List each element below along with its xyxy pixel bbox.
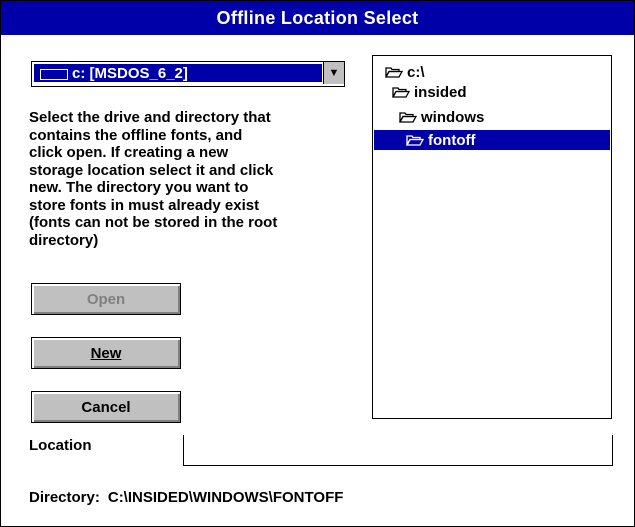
tree-item-label: c:\ <box>407 63 425 81</box>
directory-tree[interactable]: c:\ insided windows fontoff <box>372 55 612 419</box>
cancel-button-label: Cancel <box>81 398 131 416</box>
window-title: Offline Location Select <box>216 7 419 28</box>
tree-item-windows[interactable]: windows <box>399 107 484 127</box>
directory-line: Directory: C:\INSIDED\WINDOWS\FONTOFF <box>29 489 343 506</box>
drive-selected-value[interactable]: c: [MSDOS_6_2] <box>34 64 322 82</box>
offline-location-dialog: Offline Location Select c: [MSDOS_6_2] ▼… <box>0 0 635 527</box>
new-button[interactable]: New <box>31 337 181 369</box>
open-button-label: Open <box>86 290 126 308</box>
drive-icon <box>40 68 68 80</box>
open-button[interactable]: Open <box>31 283 181 315</box>
location-field[interactable] <box>183 435 613 466</box>
new-button-label: New <box>90 344 122 362</box>
directory-value: C:\INSIDED\WINDOWS\FONTOFF <box>107 489 344 506</box>
tree-item-fontoff[interactable]: fontoff <box>374 130 610 150</box>
drive-select[interactable]: c: [MSDOS_6_2] ▼ <box>31 61 345 87</box>
directory-label: Directory: <box>29 489 100 506</box>
tree-item-insided[interactable]: insided <box>392 82 467 102</box>
tree-item-label: windows <box>421 108 485 126</box>
open-folder-icon <box>392 86 410 98</box>
tree-item-root[interactable]: c:\ <box>385 62 425 82</box>
cancel-button[interactable]: Cancel <box>31 391 181 423</box>
instructions-text: Select the drive and directory that cont… <box>29 109 278 249</box>
title-bar: Offline Location Select <box>1 1 634 35</box>
tree-item-label: insided <box>414 83 467 101</box>
tree-item-label: fontoff <box>428 131 476 149</box>
open-folder-icon <box>385 66 403 78</box>
location-label: Location <box>29 437 92 454</box>
open-folder-icon <box>399 111 417 123</box>
drive-label: c: [MSDOS_6_2] <box>72 64 188 82</box>
dropdown-arrow-icon[interactable]: ▼ <box>323 62 344 84</box>
open-folder-icon <box>406 134 424 146</box>
